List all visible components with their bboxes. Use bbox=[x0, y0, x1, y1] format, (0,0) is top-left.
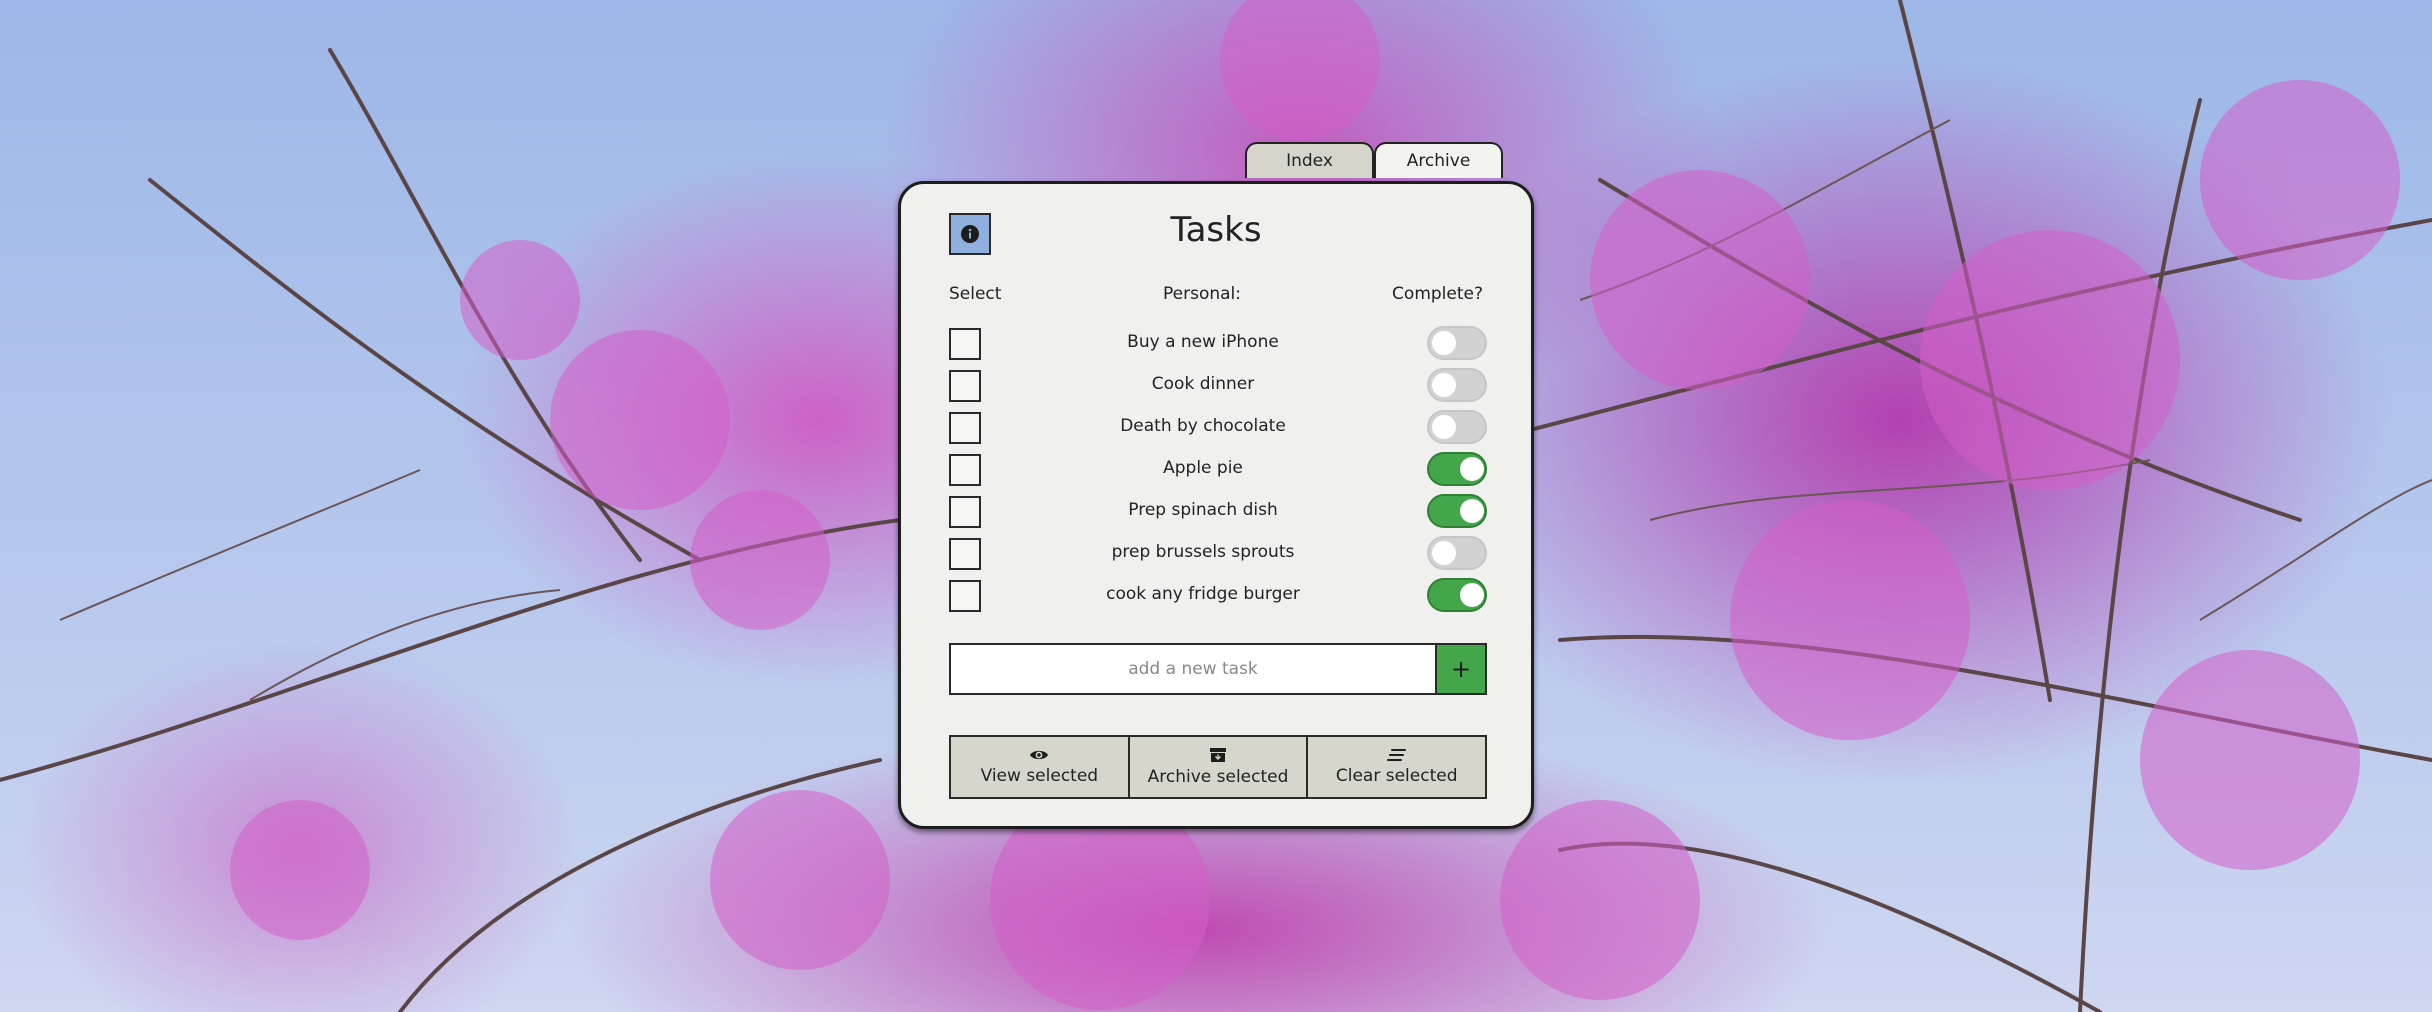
select-checkbox[interactable] bbox=[949, 412, 981, 444]
new-task-input[interactable] bbox=[951, 645, 1435, 693]
clear-selected-button[interactable]: Clear selected bbox=[1306, 737, 1485, 797]
complete-toggle[interactable] bbox=[1427, 578, 1487, 612]
select-checkbox[interactable] bbox=[949, 328, 981, 360]
complete-toggle[interactable] bbox=[1427, 326, 1487, 360]
task-row: prep brussels sprouts bbox=[949, 534, 1487, 576]
tasks-card: Tasks Select Personal: Complete? Buy a n… bbox=[898, 181, 1534, 829]
select-checkbox[interactable] bbox=[949, 580, 981, 612]
task-row: Apple pie bbox=[949, 450, 1487, 492]
column-header-select: Select bbox=[949, 284, 1002, 304]
task-list: Buy a new iPhone Cook dinner Death by ch… bbox=[949, 324, 1487, 618]
task-row: Buy a new iPhone bbox=[949, 324, 1487, 366]
archive-selected-label: Archive selected bbox=[1147, 767, 1289, 787]
task-label: Death by chocolate bbox=[1120, 416, 1286, 436]
tab-index[interactable]: Index bbox=[1245, 142, 1374, 178]
page-title: Tasks bbox=[1170, 210, 1262, 250]
task-row: Prep spinach dish bbox=[949, 492, 1487, 534]
select-checkbox[interactable] bbox=[949, 496, 981, 528]
task-row: cook any fridge burger bbox=[949, 576, 1487, 618]
select-checkbox[interactable] bbox=[949, 454, 981, 486]
view-selected-button[interactable]: View selected bbox=[951, 737, 1128, 797]
task-row: Cook dinner bbox=[949, 366, 1487, 408]
task-label: Buy a new iPhone bbox=[1127, 332, 1279, 352]
clear-icon bbox=[1386, 749, 1406, 761]
clear-selected-label: Clear selected bbox=[1335, 766, 1458, 786]
complete-toggle[interactable] bbox=[1427, 368, 1487, 402]
complete-toggle[interactable] bbox=[1427, 452, 1487, 486]
select-checkbox[interactable] bbox=[949, 370, 981, 402]
complete-toggle[interactable] bbox=[1427, 410, 1487, 444]
column-header-complete: Complete? bbox=[1392, 284, 1483, 304]
view-tabs: Index Archive bbox=[1245, 142, 1503, 178]
complete-toggle[interactable] bbox=[1427, 494, 1487, 528]
archive-icon bbox=[1210, 748, 1226, 762]
bulk-actions-bar: View selected Archive selected Clear sel… bbox=[949, 735, 1487, 799]
view-selected-label: View selected bbox=[980, 766, 1099, 786]
task-label: Prep spinach dish bbox=[1128, 500, 1278, 520]
toggle-knob bbox=[1460, 457, 1484, 481]
task-label: prep brussels sprouts bbox=[1111, 542, 1295, 562]
toggle-knob bbox=[1432, 373, 1456, 397]
complete-toggle[interactable] bbox=[1427, 536, 1487, 570]
toggle-knob bbox=[1432, 331, 1456, 355]
task-row: Death by chocolate bbox=[949, 408, 1487, 450]
eye-icon bbox=[1030, 750, 1049, 760]
toggle-knob bbox=[1432, 415, 1456, 439]
task-label: cook any fridge burger bbox=[1106, 584, 1300, 604]
archive-selected-button[interactable]: Archive selected bbox=[1127, 737, 1307, 797]
select-checkbox[interactable] bbox=[949, 538, 981, 570]
toggle-knob bbox=[1460, 499, 1484, 523]
add-task-button[interactable]: + bbox=[1435, 645, 1485, 693]
toggle-knob bbox=[1432, 541, 1456, 565]
column-header-category: Personal: bbox=[1163, 284, 1241, 304]
task-label: Apple pie bbox=[1163, 458, 1243, 478]
task-label: Cook dinner bbox=[1151, 374, 1255, 394]
toggle-knob bbox=[1460, 583, 1484, 607]
tab-archive[interactable]: Archive bbox=[1374, 142, 1503, 178]
add-task-form: + bbox=[949, 643, 1487, 695]
